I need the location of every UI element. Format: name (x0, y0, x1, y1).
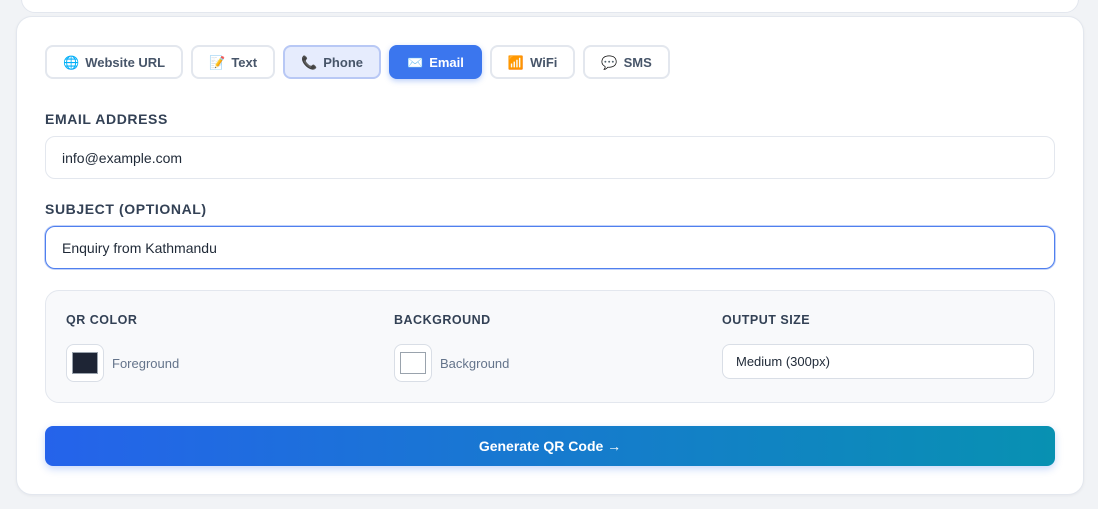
email-label: EMAIL ADDRESS (45, 111, 168, 127)
tab-phone[interactable]: 📞 Phone (283, 45, 381, 79)
qr-color-row: Foreground (66, 344, 179, 382)
speech-bubble-icon: 💬 (601, 54, 618, 70)
background-text: Background (440, 355, 510, 371)
memo-icon: 📝 (209, 54, 226, 70)
tab-website-url[interactable]: 🌐 Website URL (45, 45, 184, 79)
output-size-option: OUTPUT SIZE Medium (300px) (722, 313, 1034, 379)
subject-field[interactable]: Enquiry from Kathmandu (45, 226, 1055, 269)
background-label: BACKGROUND (394, 313, 491, 327)
tab-sms[interactable]: 💬 SMS (583, 45, 670, 79)
foreground-text: Foreground (112, 355, 180, 371)
tab-email[interactable]: ✉️ Email (389, 45, 482, 79)
signal-icon: 📶 (507, 54, 525, 70)
qr-color-option: QR COLOR Foreground (66, 313, 179, 382)
qr-color-label: QR COLOR (66, 313, 138, 327)
tab-label: Website URL (85, 54, 166, 70)
tab-label: SMS (623, 54, 652, 70)
background-color-row: Background (394, 344, 509, 382)
subject-label: SUBJECT (OPTIONAL) (45, 201, 207, 217)
phone-icon: 📞 (301, 54, 318, 70)
background-color-picker[interactable] (394, 344, 432, 382)
type-tabs: 🌐 Website URL 📝 Text 📞 Phone ✉️ Email 📶 … (45, 45, 670, 79)
output-size-label: OUTPUT SIZE (722, 313, 811, 327)
foreground-color-picker[interactable] (66, 344, 104, 382)
tab-label: WiFi (530, 54, 558, 70)
foreground-swatch (72, 352, 98, 374)
qr-options-panel: QR COLOR Foreground BACKGROUND Backgroun… (45, 290, 1055, 403)
envelope-icon: ✉️ (407, 54, 424, 70)
tab-label: Text (231, 54, 258, 70)
email-field[interactable]: info@example.com (45, 136, 1055, 179)
output-size-select[interactable]: Medium (300px) (722, 344, 1034, 379)
previous-card (21, 0, 1079, 13)
generate-qr-button[interactable]: Generate QR Code → (45, 426, 1055, 466)
qr-generator-card: 🌐 Website URL 📝 Text 📞 Phone ✉️ Email 📶 … (16, 16, 1084, 495)
tab-label: Email (429, 54, 464, 70)
globe-icon: 🌐 (63, 54, 80, 70)
tab-label: Phone (323, 54, 363, 70)
background-option: BACKGROUND Background (394, 313, 509, 382)
tab-text[interactable]: 📝 Text (191, 45, 276, 79)
background-swatch (400, 352, 426, 374)
tab-wifi[interactable]: 📶 WiFi (489, 45, 576, 79)
